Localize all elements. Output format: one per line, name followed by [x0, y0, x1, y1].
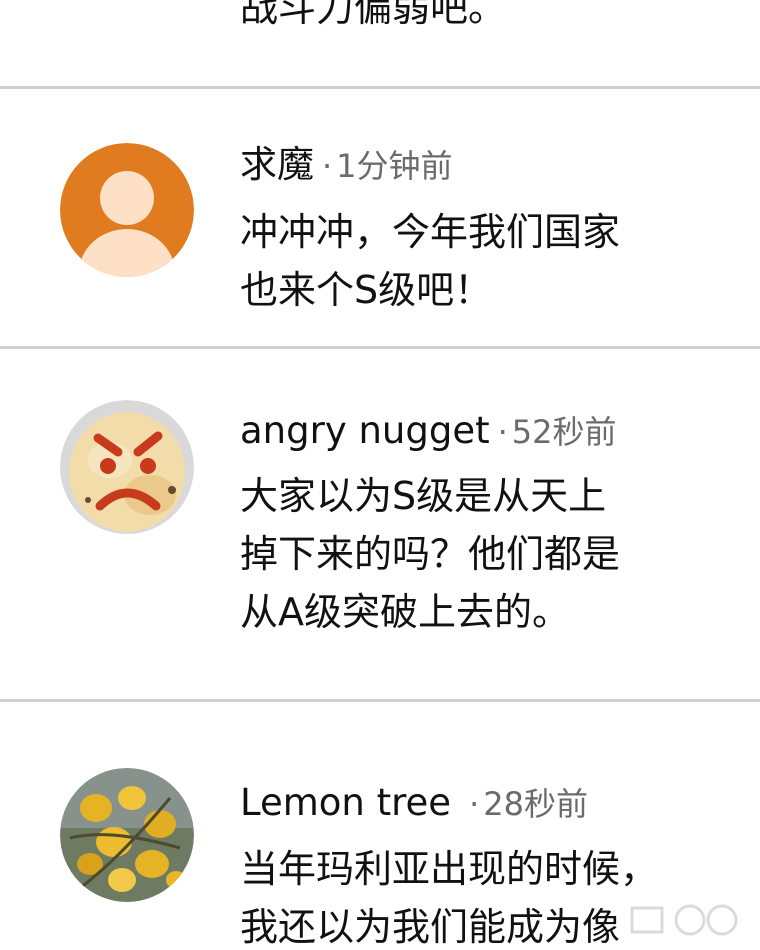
- comment-time: 1分钟前: [336, 147, 453, 185]
- comment-text-fragment: 战斗力偏弱吧。: [240, 0, 507, 30]
- default-user-avatar-icon: [60, 143, 194, 277]
- user-avatar[interactable]: [60, 768, 194, 902]
- divider: [0, 86, 760, 89]
- comment-line: 掉下来的吗？他们都是: [240, 532, 621, 576]
- comment-line: 冲冲冲，今年我们国家: [240, 210, 621, 254]
- meta-separator: ·: [322, 147, 333, 185]
- user-avatar[interactable]: [60, 400, 194, 534]
- comment-feed: 战斗力偏弱吧。 求魔 · 1分钟前 冲冲冲，今年我们国家 也来个S级吧！ ang…: [0, 0, 760, 950]
- comment-meta: angry nugget · 52秒前: [240, 406, 617, 457]
- username[interactable]: Lemon tree: [240, 781, 451, 824]
- comment-body: 大家以为S级是从天上 掉下来的吗？他们都是 从A级突破上去的。: [240, 467, 620, 641]
- meta-separator: ·: [497, 413, 508, 451]
- comment-meta: 求魔 · 1分钟前: [240, 140, 453, 191]
- comment-body: 当年玛利亚出现的时候， 我还以为我们能成为像: [240, 840, 658, 950]
- comment-line: 我还以为我们能成为像: [240, 905, 621, 949]
- comment-line: 当年玛利亚出现的时候，: [240, 847, 659, 891]
- username[interactable]: 求魔: [240, 143, 314, 186]
- user-avatar[interactable]: [60, 143, 194, 277]
- divider: [0, 346, 760, 349]
- comment-time: 52秒前: [511, 413, 617, 451]
- comment-line: 也来个S级吧！: [240, 268, 493, 312]
- comment-meta: Lemon tree · 28秒前: [240, 778, 588, 829]
- comment-line: 从A级突破上去的。: [240, 590, 570, 634]
- meta-separator: ·: [469, 785, 480, 823]
- comment-time: 28秒前: [483, 785, 588, 823]
- angry-nugget-avatar: [60, 400, 194, 534]
- lemon-tree-avatar: [60, 768, 194, 902]
- username[interactable]: angry nugget: [240, 409, 490, 452]
- comment-line: 大家以为S级是从天上: [240, 474, 607, 518]
- watermark-logo: [630, 904, 738, 936]
- divider: [0, 699, 760, 702]
- comment-body: 冲冲冲，今年我们国家 也来个S级吧！: [240, 203, 620, 319]
